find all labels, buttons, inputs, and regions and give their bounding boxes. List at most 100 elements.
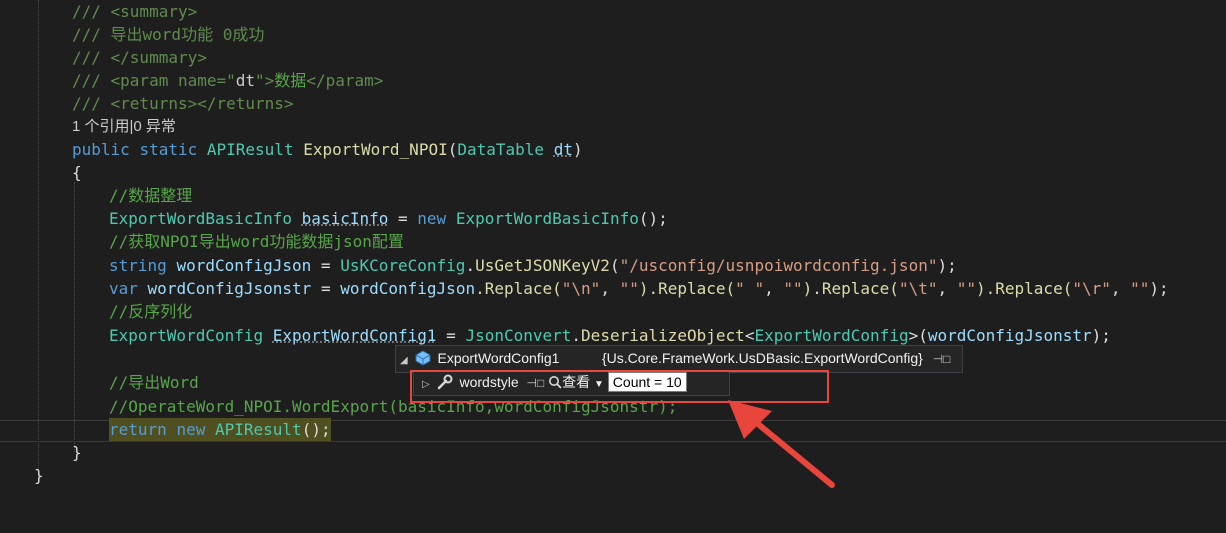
keyword: new (176, 420, 206, 439)
code-editor[interactable]: /// <summary> /// 导出word功能 0成功 /// </sum… (0, 0, 1226, 497)
punct: , (1110, 279, 1131, 298)
codelens-references[interactable]: 1 个引用|0 异常 (72, 115, 176, 138)
punct: = (388, 209, 418, 228)
annotation-arrow-icon (728, 400, 835, 488)
punct: < (744, 326, 755, 345)
code-line: ExportWordConfig ExportWordConfig1 = Jso… (0, 324, 1111, 347)
type-name: ExportWordConfig (754, 326, 909, 345)
datatip-root-value[interactable]: {Us.Core.FrameWork.UsDBasic.ExportWordCo… (602, 350, 923, 366)
punct: , (600, 279, 620, 298)
variable-name: wordConfigJson (340, 279, 476, 298)
code-line-current: return new APIResult(); (0, 418, 331, 441)
string-literal: "\n" (561, 279, 601, 298)
comment: //数据整理 (109, 186, 193, 205)
doc-comment: /// <returns></returns> (72, 94, 294, 113)
variable-name: wordConfigJsonstr (147, 279, 312, 298)
method-name: ).Replace( (638, 279, 736, 298)
punct: = (311, 256, 341, 275)
string-literal: "" (956, 279, 976, 298)
keyword: new (417, 209, 447, 228)
type-name: APIResult (214, 420, 302, 439)
punct: , (764, 279, 784, 298)
brace: } (72, 443, 82, 462)
code-line: /// 导出word功能 0成功 (0, 23, 264, 46)
punct: > (908, 326, 919, 345)
code-line: } (0, 464, 44, 487)
method-name: .Replace( (475, 279, 562, 298)
punct: ( (447, 140, 458, 159)
doc-comment: "> (255, 71, 275, 90)
method-name: ExportWord_NPOI (303, 140, 448, 159)
type-name: JsonConvert (465, 326, 572, 345)
punct: ); (1149, 279, 1169, 298)
collapse-icon[interactable]: ◢ (400, 355, 408, 366)
code-line: ExportWordBasicInfo basicInfo = new Expo… (0, 207, 668, 230)
method-name: ).Replace( (802, 279, 899, 298)
code-line: } (0, 441, 82, 464)
method-name: DeserializeObject (581, 326, 745, 345)
code-line: //获取NPOI导出word功能数据json配置 (0, 230, 404, 253)
code-line: /// <returns></returns> (0, 92, 294, 115)
parameter-name: dt (553, 140, 573, 159)
punct: ) (572, 140, 583, 159)
punct: , (937, 279, 957, 298)
keyword: return (109, 420, 167, 439)
type-name: DataTable (457, 140, 545, 159)
doc-param-text: 数据 (274, 71, 307, 90)
string-literal: "" (1130, 279, 1150, 298)
string-literal: "" (783, 279, 803, 298)
code-line: //反序列化 (0, 300, 192, 323)
punct: ( (918, 326, 928, 345)
method-name: ).Replace( (976, 279, 1073, 298)
type-name: APIResult (206, 140, 294, 159)
datatip-root[interactable]: ◢ ExportWordConfig1 {Us.Core.FrameWork.U… (395, 345, 963, 373)
method-name: UsGetJSONKeyV2 (475, 256, 610, 275)
doc-comment: /// <param name=" (72, 71, 236, 90)
variable-name: basicInfo (301, 209, 389, 228)
punct: (); (638, 209, 668, 228)
code-line: //OperateWord_NPOI.WordExport(basicInfo,… (0, 395, 677, 418)
code-line: //导出Word (0, 371, 199, 394)
punct: ); (1091, 326, 1111, 345)
code-line: //数据整理 (0, 184, 192, 207)
pin-icon[interactable]: ⊣□ (933, 348, 951, 370)
comment: //获取NPOI导出word功能数据json配置 (109, 232, 404, 251)
variable-name: wordConfigJson (176, 256, 312, 275)
indent-guide (74, 182, 75, 452)
brace: { (72, 163, 82, 182)
code-line: /// <param name="dt">数据</param> (0, 69, 383, 92)
code-line: /// <summary> (0, 0, 197, 23)
keyword: static (139, 140, 198, 159)
string-literal: "" (619, 279, 639, 298)
doc-param-name: dt (235, 71, 256, 90)
punct: (); (301, 420, 331, 439)
doc-comment: /// <summary> (72, 2, 198, 21)
brace: } (34, 466, 44, 485)
keyword: var (109, 279, 138, 298)
code-line: /// </summary> (0, 46, 207, 69)
code-line: { (0, 161, 82, 184)
object-icon (415, 350, 431, 366)
codelens-line: 1 个引用|0 异常 (0, 115, 176, 138)
type-name: ExportWordConfig (109, 326, 264, 345)
code-line: var wordConfigJsonstr = wordConfigJson.R… (0, 277, 1169, 300)
string-literal: " " (735, 279, 765, 298)
code-line: public static APIResult ExportWord_NPOI(… (0, 138, 583, 161)
type-name: UsKCoreConfig (340, 256, 466, 275)
variable-name[interactable]: ExportWordConfig1 (273, 326, 437, 345)
code-line: string wordConfigJson = UsKCoreConfig.Us… (0, 254, 957, 277)
punct: ); (937, 256, 957, 275)
string-literal: "\r" (1072, 279, 1111, 298)
string-literal: "\t" (898, 279, 938, 298)
type-name: ExportWordBasicInfo (455, 209, 639, 228)
doc-comment: /// </summary> (72, 48, 207, 67)
keyword: public (72, 140, 130, 159)
comment: //导出Word (109, 373, 199, 392)
punct: . (465, 256, 476, 275)
punct: . (571, 326, 582, 345)
punct: = (436, 326, 466, 345)
string-literal: "/usconfig/usnpoiwordconfig.json" (619, 256, 938, 275)
doc-comment: </param> (306, 71, 384, 90)
punct: ( (609, 256, 620, 275)
comment: //反序列化 (109, 302, 193, 321)
